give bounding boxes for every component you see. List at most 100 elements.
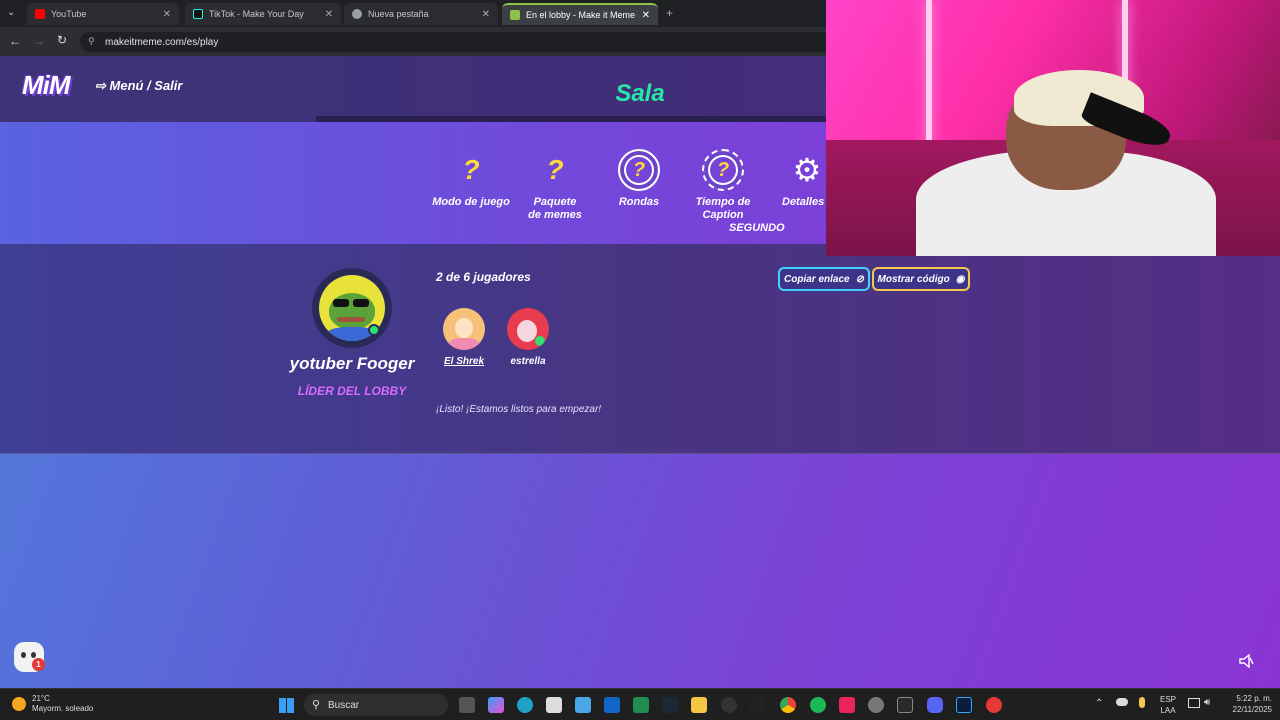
lobby-status: ¡Listo! ¡Estamos listos para empezar!: [436, 404, 602, 415]
photoshop-icon[interactable]: [956, 697, 972, 713]
excel-icon[interactable]: [633, 697, 649, 713]
close-icon[interactable]: ✕: [642, 10, 650, 21]
photos-icon[interactable]: [575, 697, 591, 713]
setting-rounds[interactable]: ? Rondas: [594, 148, 684, 209]
webcam-overlay: [826, 0, 1280, 256]
setting-label: Tiempo de Caption: [695, 196, 751, 221]
weather-temp: 21°C: [32, 694, 50, 703]
setting-label: Modo de juego: [432, 196, 510, 208]
player-card[interactable]: El Shrek: [434, 308, 494, 367]
page-title: Sala: [615, 80, 665, 107]
eye-icon: ◉: [955, 273, 965, 285]
tab-label: TikTok - Make Your Day: [209, 9, 304, 19]
timer-icon: ?: [702, 149, 744, 191]
url-text: makeitmeme.com/es/play: [105, 36, 219, 48]
back-icon[interactable]: ←: [9, 34, 21, 48]
setting-label: Paquete de memes: [528, 196, 582, 221]
new-tab-icon[interactable]: +: [666, 6, 673, 20]
chrome-icon: [352, 9, 362, 19]
player-count: 2 de 6 jugadores: [436, 270, 531, 284]
setting-meme-pack[interactable]: ? Paquete de memes: [510, 148, 600, 222]
copilot-icon[interactable]: [488, 697, 504, 713]
settings-gear-icon[interactable]: [868, 697, 884, 713]
setting-game-mode[interactable]: ? Modo de juego: [426, 148, 516, 209]
weather-widget[interactable]: 21°C Mayorm. soleado: [12, 694, 93, 714]
chrome-icon[interactable]: [780, 697, 796, 713]
online-indicator: [368, 324, 380, 336]
close-icon[interactable]: ✕: [482, 9, 490, 20]
language-indicator[interactable]: ESP LAA: [1160, 694, 1176, 716]
leader-role-badge: LÍDER DEL LOBBY: [297, 384, 407, 398]
search-label: Buscar: [328, 699, 360, 711]
shrek-avatar: [443, 308, 485, 350]
tray-chevron-icon[interactable]: ⌃: [1095, 698, 1103, 709]
spotify-icon[interactable]: [810, 697, 826, 713]
steam-icon[interactable]: [662, 697, 678, 713]
tab-make-it-meme[interactable]: En el lobby - Make it Meme ✕: [502, 3, 658, 25]
store-icon[interactable]: [546, 697, 562, 713]
sun-icon: [12, 697, 26, 711]
player-name: El Shrek: [443, 356, 485, 367]
reload-icon[interactable]: ↻: [57, 33, 67, 47]
show-code-button[interactable]: Mostrar código ◉: [872, 267, 970, 291]
setting-caption-time[interactable]: ? Tiempo de Caption: [678, 148, 768, 222]
microphone-icon[interactable]: [1139, 697, 1145, 708]
lobby-band: [0, 244, 1280, 454]
copy-link-label: Copiar enlace: [784, 273, 850, 285]
task-view-icon[interactable]: [459, 697, 475, 713]
chat-notification-badge: 1: [32, 658, 45, 671]
cloud-icon[interactable]: [1116, 698, 1128, 706]
leader-avatar: [312, 268, 392, 348]
mim-icon: [510, 10, 520, 20]
windows-taskbar: 21°C Mayorm. soleado ⚲ Buscar ⌃ ESP LAA …: [0, 688, 1280, 720]
clock-time: 5:22 p. m.: [1236, 694, 1272, 703]
tab-label: Nueva pestaña: [368, 9, 429, 19]
address-bar[interactable]: ⚲ makeitmeme.com/es/play: [80, 32, 840, 52]
search-icon: ⚲: [312, 699, 321, 711]
tab-label: En el lobby - Make it Meme: [526, 10, 636, 20]
question-icon: ?: [546, 154, 564, 185]
outlook-icon[interactable]: [604, 697, 620, 713]
clock[interactable]: 5:22 p. m. 22/11/2025: [1233, 693, 1272, 715]
tab-label: YouTube: [51, 9, 87, 19]
player-name: estrella: [510, 356, 546, 367]
close-icon[interactable]: ✕: [325, 9, 333, 20]
discord-icon[interactable]: [927, 697, 943, 713]
windows-start-icon[interactable]: [279, 698, 294, 713]
tab-list-chevron-icon[interactable]: ⌄: [7, 7, 15, 18]
edge-icon[interactable]: [517, 697, 533, 713]
link-icon: ⊘: [855, 273, 864, 285]
copy-link-button[interactable]: Copiar enlace ⊘: [778, 267, 870, 291]
leader-name: yotuber Fooger: [289, 354, 415, 373]
network-icon[interactable]: [1188, 698, 1200, 708]
epic-games-icon[interactable]: [897, 697, 913, 713]
tiktok-icon[interactable]: [839, 697, 855, 713]
player-card[interactable]: estrella: [498, 308, 558, 367]
close-icon[interactable]: ✕: [163, 9, 171, 20]
taskbar-search[interactable]: ⚲ Buscar: [304, 694, 448, 716]
tab-tiktok[interactable]: TikTok - Make Your Day ✕: [185, 3, 341, 25]
volume-icon[interactable]: 🔊︎: [1204, 697, 1210, 708]
gear-icon: ⚙: [792, 152, 822, 188]
file-explorer-icon[interactable]: [691, 697, 707, 713]
clock-date: 22/11/2025: [1232, 705, 1272, 714]
youtube-icon: [35, 9, 45, 19]
forward-icon[interactable]: →: [33, 34, 45, 48]
question-ring-icon: ?: [618, 149, 660, 191]
sound-icon[interactable]: [1238, 654, 1254, 668]
tab-new-tab[interactable]: Nueva pestaña ✕: [344, 3, 498, 25]
timer-unit: SEGUNDO: [729, 222, 785, 234]
tab-youtube[interactable]: YouTube ✕: [27, 3, 179, 25]
obs-icon[interactable]: [721, 697, 737, 713]
menu-exit-link[interactable]: ⇨ Menú / Salir: [95, 78, 182, 94]
question-icon: ?: [462, 154, 480, 185]
site-settings-icon[interactable]: ⚲: [88, 36, 95, 47]
mim-logo[interactable]: MiM: [22, 70, 71, 101]
weather-desc: Mayorm. soleado: [32, 704, 94, 713]
estrella-avatar: [507, 308, 549, 350]
capcut-icon[interactable]: [750, 697, 766, 713]
layout-code: LAA: [1160, 706, 1176, 715]
record-icon[interactable]: [986, 697, 1002, 713]
language-code: ESP: [1160, 695, 1177, 704]
show-code-label: Mostrar código: [877, 273, 950, 285]
